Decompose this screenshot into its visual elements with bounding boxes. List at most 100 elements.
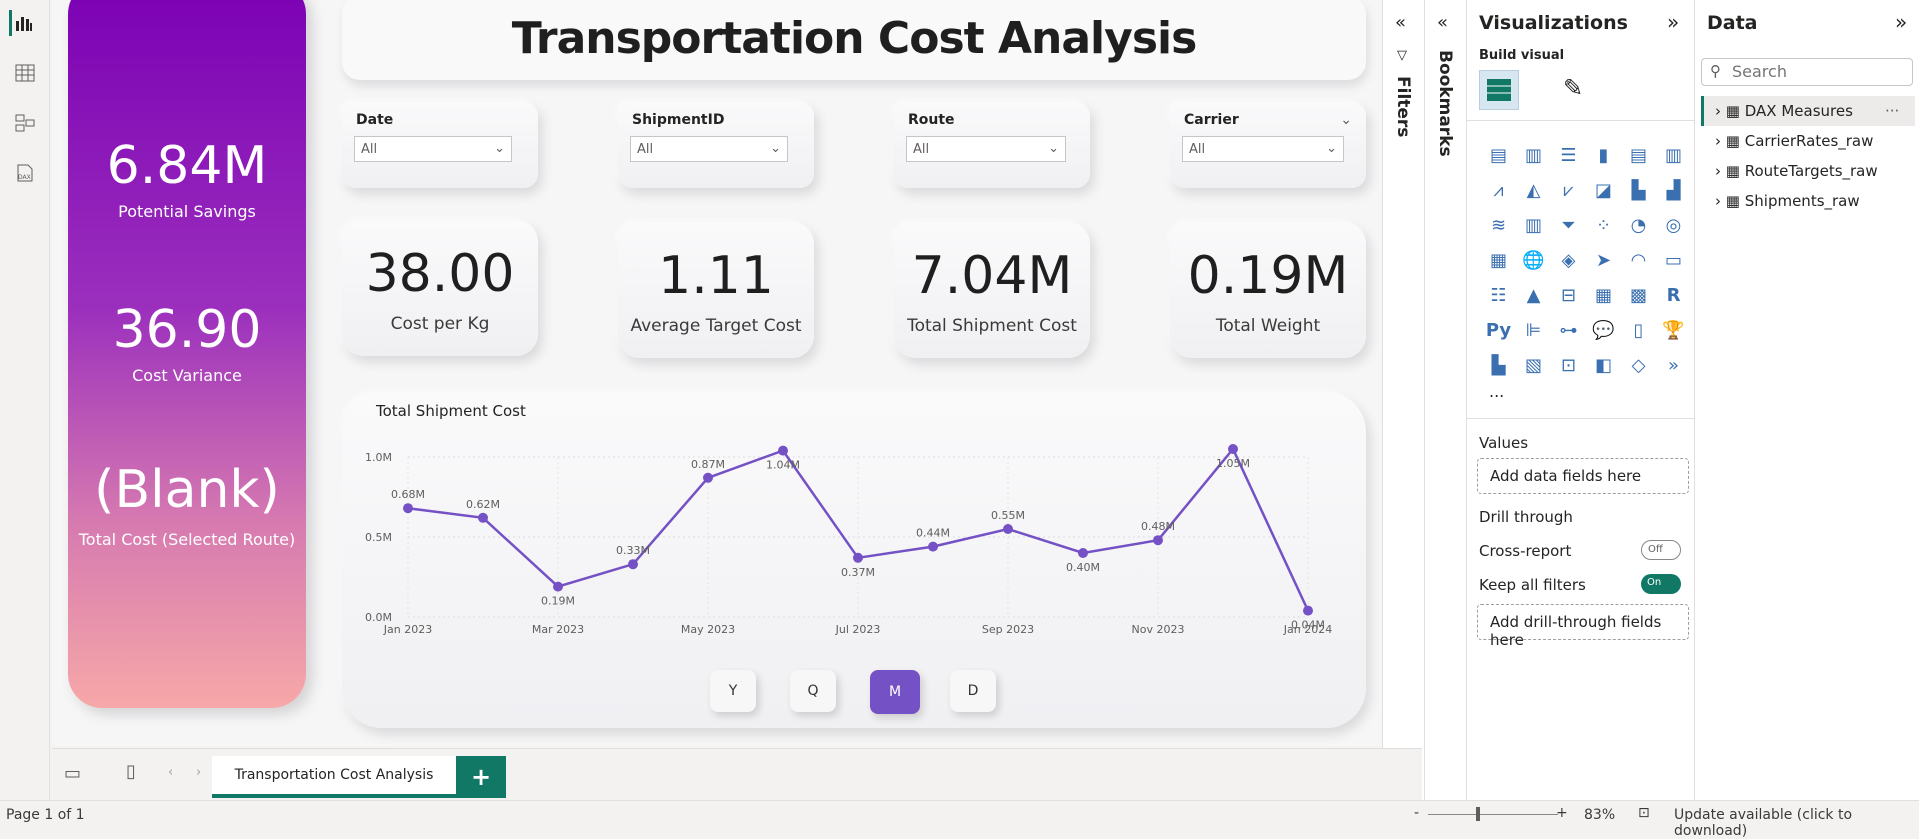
add-page-button[interactable]: + bbox=[456, 756, 506, 798]
filters-pane[interactable]: « ▽ Filters bbox=[1382, 0, 1424, 800]
dax-query-icon[interactable]: DAX bbox=[12, 160, 38, 186]
line-chart[interactable]: 0.0M0.5M1.0MJan 2023 Mar 2023 May 2023 Jul … bbox=[342, 412, 1366, 672]
matrix-icon[interactable]: ▩ bbox=[1621, 278, 1656, 313]
filled-map-icon[interactable]: ◈ bbox=[1551, 243, 1586, 278]
report-view-icon[interactable] bbox=[9, 10, 35, 36]
line-column-icon[interactable]: ▟ bbox=[1656, 173, 1691, 208]
chevron-right-icon: › bbox=[1715, 192, 1721, 210]
zoom-in-button[interactable]: + bbox=[1556, 805, 1568, 821]
bar-line-icon[interactable]: ▥ bbox=[1516, 208, 1551, 243]
map-icon[interactable]: 🌐 bbox=[1516, 243, 1551, 278]
kpi-value: 38.00 bbox=[365, 244, 515, 304]
more-options-icon[interactable]: ··· bbox=[1885, 102, 1899, 120]
multirow-card-icon[interactable]: ☷ bbox=[1481, 278, 1516, 313]
page-tab-transportation-cost-analysis[interactable]: Transportation Cost Analysis bbox=[212, 756, 456, 798]
slicer-icon[interactable]: ⊟ bbox=[1551, 278, 1586, 313]
potential-savings-value: 6.84M bbox=[106, 136, 268, 196]
kpi-icon[interactable]: ▲ bbox=[1516, 278, 1551, 313]
power-apps-icon[interactable]: ⊡ bbox=[1551, 348, 1586, 383]
quarter-button[interactable]: Q bbox=[790, 670, 836, 712]
carrier-slicer[interactable]: Carrier ⌄ All ⌄ bbox=[1170, 102, 1366, 188]
power-automate-icon[interactable]: ◧ bbox=[1586, 348, 1621, 383]
card-icon[interactable]: ▭ bbox=[1656, 243, 1691, 278]
day-button[interactable]: D bbox=[950, 670, 996, 712]
combo-chart-icon[interactable]: ≋ bbox=[1481, 208, 1516, 243]
stacked-column-icon[interactable]: ▥ bbox=[1516, 138, 1551, 173]
r-visual-icon[interactable]: R bbox=[1656, 278, 1691, 313]
previous-page-icon[interactable]: ‹ bbox=[168, 765, 173, 780]
table-view-icon[interactable] bbox=[12, 60, 38, 86]
paginated-report-icon[interactable]: ▙ bbox=[1481, 348, 1516, 383]
slicer-dropdown[interactable]: All ⌄ bbox=[354, 136, 512, 162]
mobile-layout-icon[interactable]: ▯ bbox=[126, 761, 136, 782]
chevron-down-icon[interactable]: ⌄ bbox=[1340, 112, 1352, 128]
expand-filters-icon[interactable]: « bbox=[1395, 12, 1406, 33]
data-item-routetargets[interactable]: › ▦ RouteTargets_raw bbox=[1715, 162, 1878, 180]
data-label: 0.87M bbox=[691, 458, 725, 471]
expand-bookmarks-icon[interactable]: « bbox=[1437, 12, 1448, 33]
area-chart-icon[interactable]: ◭ bbox=[1516, 173, 1551, 208]
route-slicer[interactable]: Route All ⌄ bbox=[894, 102, 1090, 188]
build-visual-tab[interactable] bbox=[1479, 70, 1519, 110]
collapse-data-icon[interactable]: » bbox=[1895, 10, 1907, 34]
qa-icon[interactable]: 💬 bbox=[1586, 313, 1621, 348]
diamond-icon[interactable]: ◇ bbox=[1621, 348, 1656, 383]
key-influencers-icon[interactable]: ⊫ bbox=[1516, 313, 1551, 348]
svg-text:DAX: DAX bbox=[18, 174, 31, 181]
zoom-slider-thumb[interactable] bbox=[1476, 807, 1480, 821]
stacked-bar-icon[interactable]: ▤ bbox=[1481, 138, 1516, 173]
waterfall-icon[interactable]: ▙ bbox=[1621, 173, 1656, 208]
date-slicer[interactable]: Date All ⌄ bbox=[342, 102, 538, 188]
100-bar-icon[interactable]: ▤ bbox=[1621, 138, 1656, 173]
y-tick-label: 1.0M bbox=[365, 451, 392, 464]
collapse-visualizations-icon[interactable]: » bbox=[1667, 10, 1679, 34]
zoom-out-button[interactable]: - bbox=[1414, 805, 1419, 821]
slicer-dropdown[interactable]: All ⌄ bbox=[1182, 136, 1344, 162]
narrative-icon[interactable]: ▯ bbox=[1621, 313, 1656, 348]
more-visuals-icon[interactable]: ... bbox=[1489, 382, 1504, 401]
funnel-icon[interactable]: ⏷ bbox=[1551, 208, 1586, 243]
desktop-layout-icon[interactable]: ▭ bbox=[64, 763, 81, 784]
keep-filters-toggle[interactable]: On bbox=[1641, 574, 1681, 594]
azure-map-icon[interactable]: ➤ bbox=[1586, 243, 1621, 278]
donut-chart-icon[interactable]: ◎ bbox=[1656, 208, 1691, 243]
cross-report-toggle[interactable]: Off bbox=[1641, 540, 1681, 560]
ribbon-chart-icon[interactable]: ◪ bbox=[1586, 173, 1621, 208]
data-item-carrierrates[interactable]: › ▦ CarrierRates_raw bbox=[1715, 132, 1873, 150]
slicer-dropdown[interactable]: All ⌄ bbox=[630, 136, 788, 162]
update-available-link[interactable]: Update available (click to download) bbox=[1674, 807, 1919, 839]
bookmarks-label[interactable]: Bookmarks bbox=[1435, 50, 1455, 157]
data-item-dax-measures[interactable]: › ▦ DAX Measures ··· bbox=[1715, 102, 1899, 120]
drill-through-drop-well[interactable]: Add drill-through fields here bbox=[1477, 604, 1689, 649]
shipmentid-slicer[interactable]: ShipmentID All ⌄ bbox=[618, 102, 814, 188]
filters-label[interactable]: Filters bbox=[1393, 76, 1413, 137]
format-visual-icon[interactable]: ✎ bbox=[1563, 74, 1597, 108]
fit-to-page-icon[interactable]: ⊡ bbox=[1638, 805, 1650, 821]
table-icon[interactable]: ▦ bbox=[1586, 278, 1621, 313]
model-view-icon[interactable] bbox=[12, 110, 38, 136]
next-page-icon[interactable]: › bbox=[196, 765, 201, 780]
zoom-slider[interactable] bbox=[1428, 814, 1558, 815]
decomposition-tree-icon[interactable]: ⊶ bbox=[1551, 313, 1586, 348]
metrics-icon[interactable]: ▧ bbox=[1516, 348, 1551, 383]
scatter-icon[interactable]: ⁘ bbox=[1586, 208, 1621, 243]
100-column-icon[interactable]: ▥ bbox=[1656, 138, 1691, 173]
search-input[interactable] bbox=[1732, 62, 1902, 81]
stacked-area-icon[interactable]: ⩗ bbox=[1551, 173, 1586, 208]
python-visual-icon[interactable]: Py bbox=[1481, 313, 1516, 348]
clustered-bar-icon[interactable]: ☰ bbox=[1551, 138, 1586, 173]
trophy-icon[interactable]: 🏆 bbox=[1656, 313, 1691, 348]
line-chart-icon[interactable]: ⩘ bbox=[1481, 173, 1516, 208]
gauge-icon[interactable]: ◠ bbox=[1621, 243, 1656, 278]
year-button[interactable]: Y bbox=[710, 670, 756, 712]
values-drop-well[interactable]: Add data fields here bbox=[1477, 458, 1689, 494]
bookmarks-pane[interactable]: « Bookmarks bbox=[1424, 0, 1466, 800]
month-button[interactable]: M bbox=[870, 670, 920, 714]
clustered-column-icon[interactable]: ▮ bbox=[1586, 138, 1621, 173]
slicer-dropdown[interactable]: All ⌄ bbox=[906, 136, 1066, 162]
treemap-icon[interactable]: ▦ bbox=[1481, 243, 1516, 278]
search-box[interactable]: ⚲ bbox=[1701, 58, 1913, 86]
pie-chart-icon[interactable]: ◔ bbox=[1621, 208, 1656, 243]
data-item-shipments[interactable]: › ▦ Shipments_raw bbox=[1715, 192, 1860, 210]
chevron-visual-icon[interactable]: » bbox=[1656, 348, 1691, 383]
